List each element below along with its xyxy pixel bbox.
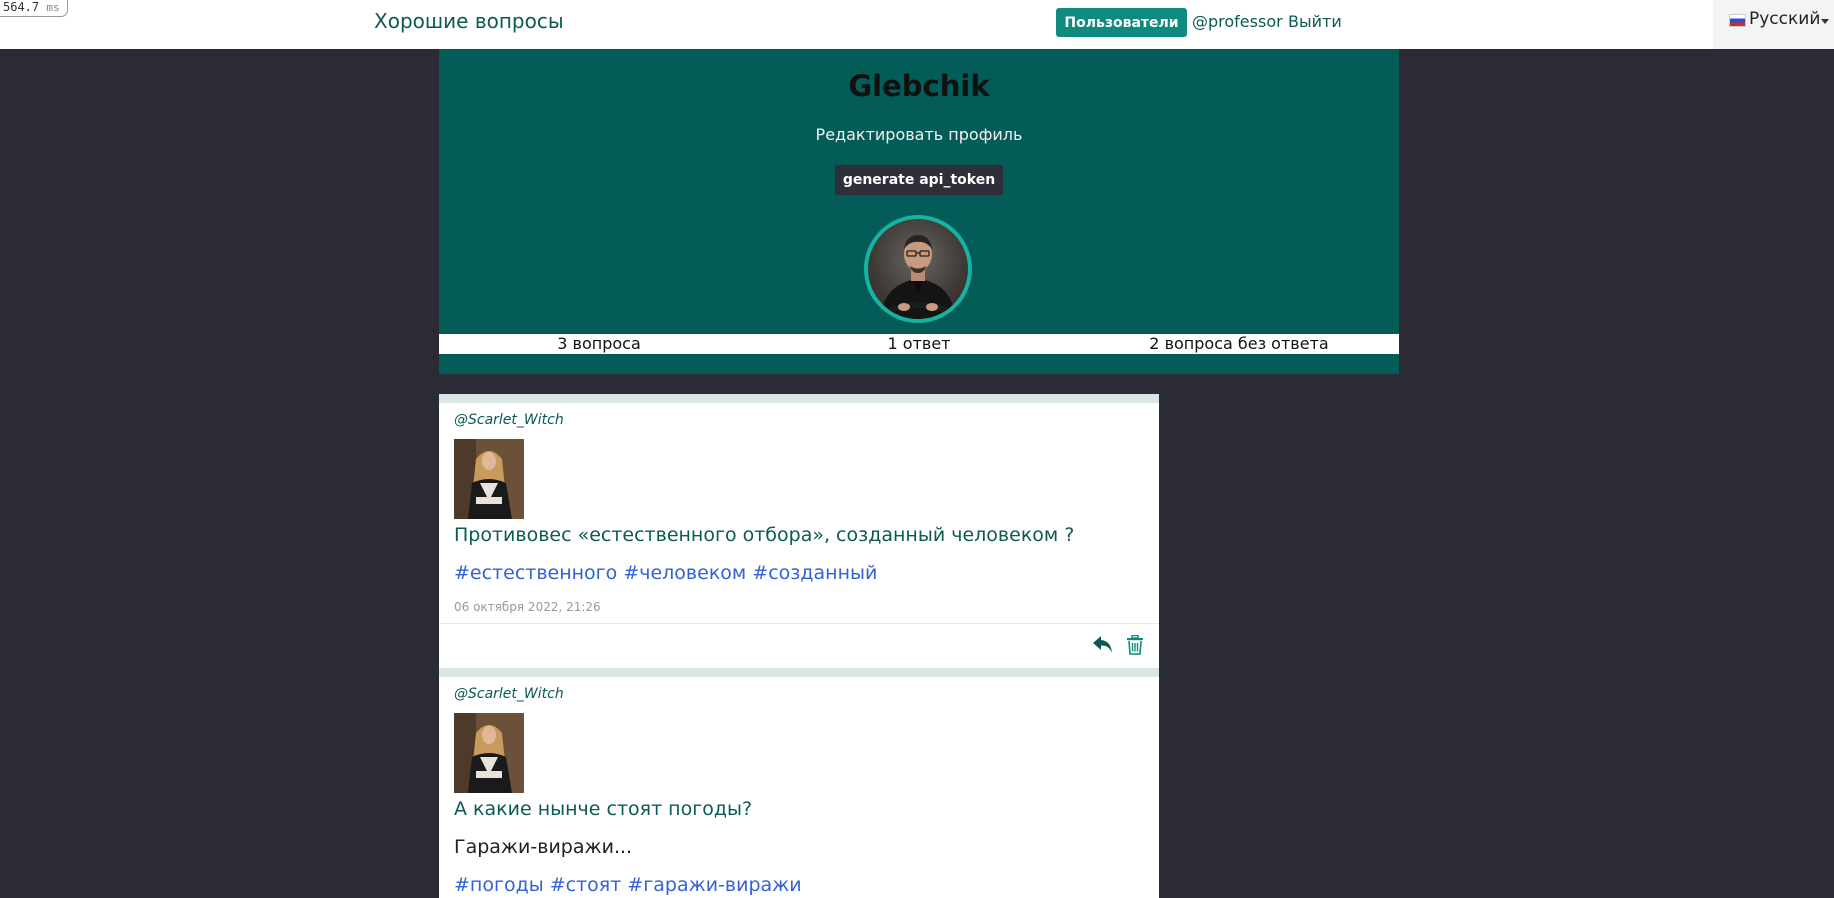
russia-flag-icon (1729, 14, 1746, 27)
question-author-link[interactable]: @Scarlet_Witch (454, 686, 564, 702)
question-body: Гаражи-виражи... (454, 836, 633, 858)
question-date: 06 октября 2022, 21:26 (454, 600, 601, 614)
question-card: @Scarlet_Witch Противовес «естественного… (439, 394, 1159, 668)
timer-value: 564.7 (3, 0, 40, 14)
profile-header: Glebchik Редактировать профиль generate … (439, 49, 1399, 374)
current-user-link[interactable]: @professor (1192, 12, 1283, 31)
generate-token-button[interactable]: generate api_token (835, 165, 1003, 195)
load-timer: 564.7 ms (0, 0, 68, 17)
timer-unit: ms (46, 1, 60, 14)
question-title-link[interactable]: Противовес «естественного отбора», созда… (454, 524, 1074, 546)
answers-count: 1 ответ (887, 334, 951, 353)
questions-count: 3 вопроса (557, 334, 641, 353)
logout-link[interactable]: Выйти (1288, 12, 1342, 31)
brand-link[interactable]: Хорошие вопросы (374, 9, 564, 33)
profile-avatar (864, 215, 972, 323)
language-dropdown[interactable]: Русский (1713, 0, 1834, 49)
author-avatar[interactable] (454, 439, 524, 519)
card-top-bar (439, 668, 1159, 677)
author-photo (454, 439, 524, 519)
card-actions (439, 623, 1159, 668)
author-avatar[interactable] (454, 713, 524, 793)
author-photo (454, 713, 524, 793)
language-label: Русский (1749, 9, 1821, 29)
question-card: @Scarlet_Witch А какие нынче стоят погод… (439, 668, 1159, 898)
trash-icon[interactable] (1126, 635, 1144, 655)
question-tags[interactable]: #естественного #человеком #созданный (454, 562, 877, 584)
profile-name: Glebchik (848, 69, 990, 103)
question-author-link[interactable]: @Scarlet_Witch (454, 412, 564, 428)
unanswered-count: 2 вопроса без ответа (1149, 334, 1329, 353)
reply-icon[interactable] (1092, 635, 1114, 655)
profile-stats: 3 вопроса 1 ответ 2 вопроса без ответа (439, 334, 1399, 354)
caret-down-icon (1821, 19, 1829, 24)
card-top-bar (439, 394, 1159, 403)
question-title-link[interactable]: А какие нынче стоят погоды? (454, 798, 752, 820)
avatar-portrait (880, 235, 956, 319)
users-button[interactable]: Пользователи (1056, 8, 1187, 37)
edit-profile-link[interactable]: Редактировать профиль (439, 125, 1399, 144)
top-navbar: Хорошие вопросы Пользователи @professor … (0, 0, 1713, 49)
question-tags[interactable]: #погоды #стоят #гаражи-виражи (454, 874, 802, 896)
